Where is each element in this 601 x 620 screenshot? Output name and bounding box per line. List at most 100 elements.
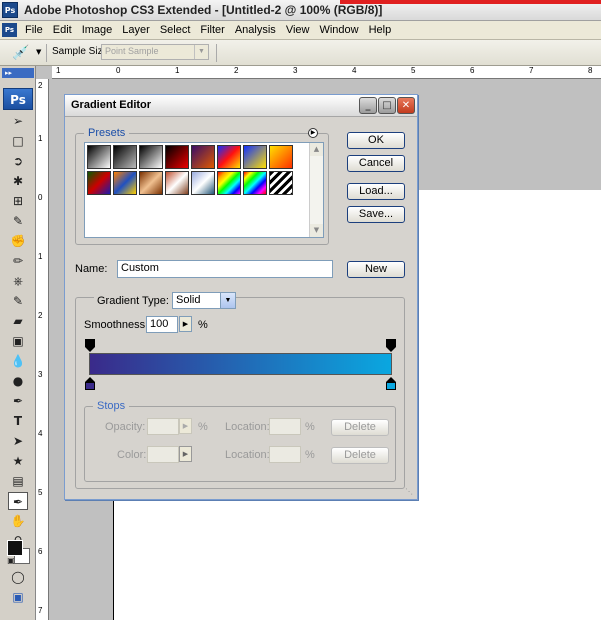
sample-size-value: Point Sample [105,46,159,56]
ok-button[interactable]: OK [347,132,405,149]
brush-tool-icon[interactable]: ✏ [8,252,28,270]
type-tool-icon[interactable]: T [8,412,28,430]
minimize-icon[interactable]: _ [359,97,377,114]
preset-swatch[interactable] [191,171,215,195]
preset-swatch[interactable] [243,145,267,169]
sample-size-select[interactable]: Point Sample ▼ [101,44,209,60]
document-menu-icon[interactable]: Ps [2,23,17,37]
gradient-type-select[interactable]: Solid ▼ [172,292,236,309]
gradient-preview-bar[interactable] [89,353,392,375]
name-input[interactable]: Custom [117,260,333,278]
eyedropper-tool-icon[interactable]: ✒ [8,492,28,510]
gradient-tool-icon[interactable]: ▣ [8,332,28,350]
opacity-stop-pointer [386,347,396,352]
notes-tool-icon[interactable]: ▤ [8,472,28,490]
smoothness-input[interactable]: 100 [146,316,178,333]
ruler-label: 6 [470,66,475,75]
close-icon[interactable]: ✕ [397,97,415,114]
preset-swatch[interactable] [165,171,189,195]
presets-menu-icon[interactable]: ▶ [308,128,318,138]
menu-edit[interactable]: Edit [48,23,77,38]
presets-scrollbar[interactable]: ▲ ▼ [309,143,323,237]
lasso-tool-icon[interactable]: ➲ [8,152,28,170]
shape-tool-icon[interactable]: ★ [8,452,28,470]
history-brush-tool-icon[interactable]: ✎ [8,292,28,310]
slice-tool-icon[interactable]: ✎ [8,212,28,230]
gradient-type-label: Gradient Type: [94,295,172,307]
scroll-down-icon[interactable]: ▼ [310,224,323,237]
marquee-tool-icon[interactable]: □ [8,132,28,150]
healing-brush-tool-icon[interactable]: ✊ [8,232,28,250]
delete-color-stop-button[interactable]: Delete [331,447,389,464]
new-button[interactable]: New [347,261,405,278]
toolbox: ▸▸ Ps ➢ □ ➲ ✱ ⊞ ✎ ✊ ✏ ⎈ ✎ ▰ ▣ 💧 ● ✒ T ➤ … [0,66,36,620]
pen-tool-icon[interactable]: ✒ [8,392,28,410]
preset-swatch[interactable] [113,145,137,169]
preset-swatch[interactable] [269,171,293,195]
presets-list: ▲ ▼ [84,142,324,238]
magic-wand-tool-icon[interactable]: ✱ [8,172,28,190]
opacity-stop-right[interactable] [386,339,396,352]
tool-preset-dropdown-icon[interactable]: ▼ [36,48,41,56]
dodge-tool-icon[interactable]: ● [8,372,28,390]
color-swatch[interactable] [147,446,179,463]
preset-swatch[interactable] [217,171,241,195]
photoshop-logo[interactable]: Ps [3,88,33,110]
scroll-up-icon[interactable]: ▲ [310,143,323,156]
color-arrow-icon[interactable]: ▶ [179,446,192,462]
eyedropper-icon[interactable]: 💉 [12,45,29,61]
ruler-label: 1 [38,134,43,143]
quick-mask-icon[interactable]: ◯ [8,568,28,586]
blur-tool-icon[interactable]: 💧 [8,352,28,370]
toolbox-grip[interactable]: ▸▸ [2,68,34,78]
menu-select[interactable]: Select [155,23,196,38]
opacity-input[interactable] [147,418,179,435]
menu-help[interactable]: Help [364,23,397,38]
save-button[interactable]: Save... [347,206,405,223]
crop-tool-icon[interactable]: ⊞ [8,192,28,210]
menu-analysis[interactable]: Analysis [230,23,281,38]
menu-file[interactable]: File [20,23,48,38]
delete-opacity-stop-button[interactable]: Delete [331,419,389,436]
menu-image[interactable]: Image [77,23,118,38]
opacity-arrow-icon[interactable]: ▶ [179,418,192,434]
color-stop-left[interactable] [85,377,95,390]
preset-swatch[interactable] [165,145,189,169]
preset-swatch[interactable] [139,171,163,195]
ruler-label: 3 [38,370,43,379]
chevron-down-icon: ▼ [220,293,235,308]
color-stop-right[interactable] [386,377,396,390]
color-location-label: Location: [225,449,270,461]
dialog-title-bar[interactable]: Gradient Editor _ □ ✕ [65,95,417,117]
preset-swatch[interactable] [139,145,163,169]
preset-swatch[interactable] [87,171,111,195]
opacity-location-input[interactable] [269,418,301,435]
presets-group: Presets ▶ ▲ ▼ [75,127,329,245]
load-button[interactable]: Load... [347,183,405,200]
screen-mode-icon[interactable]: ▣ [8,588,28,606]
resize-grip-icon[interactable]: ⋱ [405,487,415,497]
clone-stamp-tool-icon[interactable]: ⎈ [8,272,28,290]
menu-view[interactable]: View [281,23,315,38]
opacity-stop-left[interactable] [85,339,95,352]
menu-layer[interactable]: Layer [117,23,155,38]
preset-swatch[interactable] [87,145,111,169]
eraser-tool-icon[interactable]: ▰ [8,312,28,330]
foreground-color-swatch[interactable] [7,540,23,556]
preset-swatch[interactable] [191,145,215,169]
preset-swatch[interactable] [113,171,137,195]
cancel-button[interactable]: Cancel [347,155,405,172]
smoothness-arrow-icon[interactable]: ▶ [179,316,192,332]
ruler-label: 0 [38,193,43,202]
preset-swatch[interactable] [243,171,267,195]
path-selection-tool-icon[interactable]: ➤ [8,432,28,450]
preset-swatch[interactable] [269,145,293,169]
maximize-icon[interactable]: □ [378,97,396,114]
menu-window[interactable]: Window [314,23,363,38]
color-location-input[interactable] [269,446,301,463]
move-tool-icon[interactable]: ➢ [8,112,28,130]
hand-tool-icon[interactable]: ✋ [8,512,28,530]
menu-filter[interactable]: Filter [195,23,229,38]
ruler-label: 2 [234,66,239,75]
preset-swatch[interactable] [217,145,241,169]
